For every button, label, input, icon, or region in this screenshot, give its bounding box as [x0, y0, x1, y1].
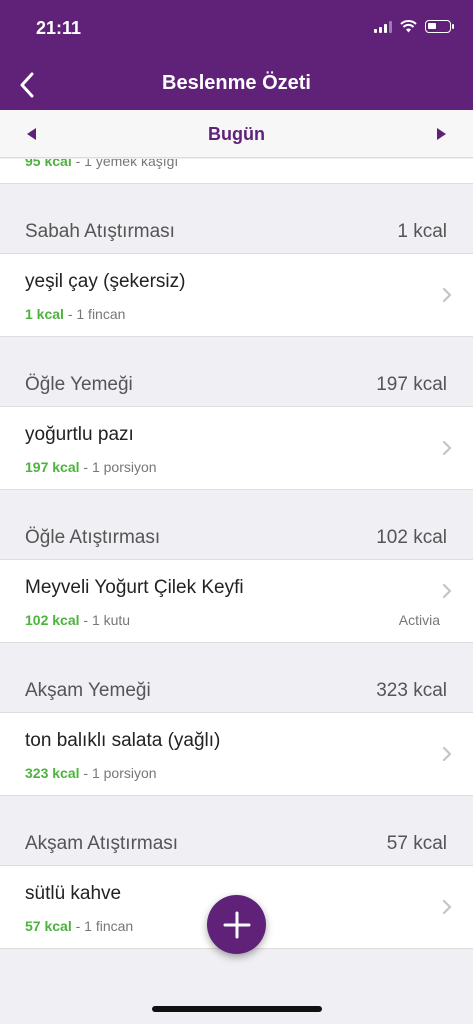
food-subtitle: 95 kcal - 1 yemek kaşığı [25, 159, 178, 169]
section-title: Öğle Yemeği [25, 374, 133, 395]
food-kcal: 323 kcal [25, 765, 80, 781]
food-kcal: 95 kcal [25, 159, 72, 169]
section-title: Öğle Atıştırması [25, 527, 161, 548]
status-time: 21:11 [36, 18, 82, 38]
food-name: sütlü kahve [25, 883, 122, 904]
chevron-right-icon [442, 440, 452, 456]
next-day-button[interactable] [429, 122, 453, 146]
food-portion: - 1 fincan [71, 918, 134, 934]
food-row[interactable]: Meyveli Yoğurt Çilek Keyfi 102 kcal - 1 … [0, 560, 473, 643]
food-portion: - 1 porsiyon [79, 765, 157, 781]
food-row[interactable]: yoğurtlu pazı 197 kcal - 1 porsiyon [0, 407, 473, 490]
food-name: Meyveli Yoğurt Çilek Keyfi [25, 577, 244, 598]
food-subtitle: 102 kcal - 1 kutu [25, 612, 130, 628]
food-portion: - 1 porsiyon [79, 459, 157, 475]
food-portion: - 1 kutu [79, 612, 131, 628]
status-icons [374, 20, 454, 33]
battery-icon [425, 20, 454, 33]
nav-bar: Beslenme Özeti [0, 60, 473, 110]
section-kcal: 323 kcal [376, 680, 447, 701]
add-food-button[interactable] [207, 895, 266, 954]
food-name: yeşil çay (şekersiz) [25, 271, 186, 292]
food-kcal: 102 kcal [25, 612, 80, 628]
food-subtitle: 57 kcal - 1 fincan [25, 918, 133, 934]
food-name: yoğurtlu pazı [25, 424, 134, 445]
food-portion: - 1 yemek kaşığı [71, 159, 179, 169]
food-portion: - 1 fincan [63, 306, 126, 322]
food-subtitle: 197 kcal - 1 porsiyon [25, 459, 157, 475]
section-title: Akşam Yemeği [25, 680, 151, 701]
food-subtitle: 1 kcal - 1 fincan [25, 306, 125, 322]
food-row[interactable]: yeşil çay (şekersiz) 1 kcal - 1 fincan [0, 254, 473, 337]
food-kcal: 197 kcal [25, 459, 80, 475]
section-header-sabah-atistirmasi: Sabah Atıştırması 1 kcal [0, 184, 473, 254]
chevron-right-icon [442, 899, 452, 915]
chevron-right-icon [442, 583, 452, 599]
date-navigator: Bugün [0, 110, 473, 158]
signal-icon [374, 20, 392, 33]
section-kcal: 102 kcal [376, 527, 447, 548]
section-title: Sabah Atıştırması [25, 221, 175, 242]
food-subtitle: 323 kcal - 1 porsiyon [25, 765, 157, 781]
section-header-ogle-atistirmasi: Öğle Atıştırması 102 kcal [0, 490, 473, 560]
section-header-aksam-atistirmasi: Akşam Atıştırması 57 kcal [0, 796, 473, 866]
food-row-partial[interactable]: 95 kcal - 1 yemek kaşığı [0, 159, 473, 184]
section-title: Akşam Atıştırması [25, 833, 179, 854]
food-name: ton balıklı salata (yağlı) [25, 730, 221, 751]
chevron-right-icon [442, 287, 452, 303]
section-kcal: 197 kcal [376, 374, 447, 395]
plus-icon [223, 911, 250, 938]
home-indicator[interactable] [152, 1006, 322, 1012]
food-row[interactable]: ton balıklı salata (yağlı) 323 kcal - 1 … [0, 713, 473, 796]
triangle-right-icon [437, 128, 446, 140]
page-title: Beslenme Özeti [162, 72, 311, 94]
section-kcal: 57 kcal [386, 833, 447, 854]
wifi-icon [400, 20, 417, 33]
chevron-right-icon [442, 746, 452, 762]
section-kcal: 1 kcal [397, 221, 447, 242]
status-bar: 21:11 [0, 0, 473, 60]
food-kcal: 1 kcal [25, 306, 64, 322]
section-header-ogle-yemegi: Öğle Yemeği 197 kcal [0, 337, 473, 407]
food-brand: Activia [398, 612, 440, 628]
date-label[interactable]: Bugün [0, 124, 473, 145]
food-kcal: 57 kcal [25, 918, 72, 934]
section-header-aksam-yemegi: Akşam Yemeği 323 kcal [0, 643, 473, 713]
